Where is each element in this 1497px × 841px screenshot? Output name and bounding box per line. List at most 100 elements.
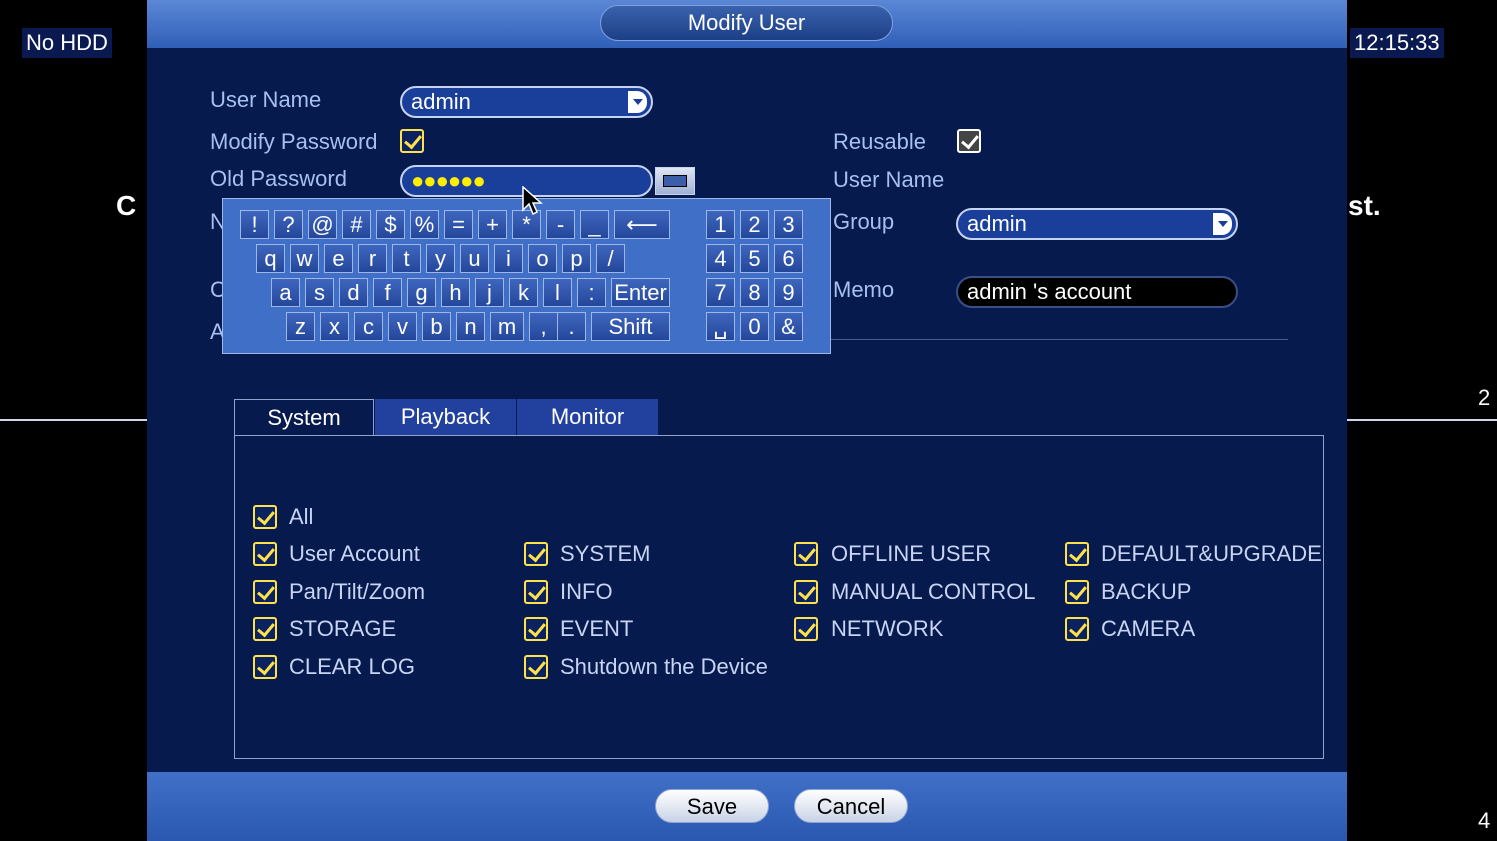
user-name-dropdown[interactable]: admin [400, 86, 653, 118]
permission-checkbox[interactable] [1065, 542, 1089, 566]
group-label: Group [833, 209, 895, 234]
key[interactable]: 3 [774, 210, 803, 239]
modify-password-checkbox[interactable] [400, 129, 424, 153]
key[interactable]: e [324, 244, 353, 273]
permission-label: STORAGE [289, 616, 397, 641]
key[interactable]: _ [580, 210, 609, 239]
save-button[interactable]: Save [655, 789, 769, 823]
key[interactable]: & [774, 312, 803, 341]
permission-checkbox[interactable] [794, 580, 818, 604]
key[interactable]: , [529, 312, 558, 341]
key[interactable]: k [509, 278, 538, 307]
key[interactable]: 6 [774, 244, 803, 273]
key[interactable]: i [494, 244, 523, 273]
key[interactable]: $ [376, 210, 405, 239]
tab-playback[interactable]: Playback [375, 399, 516, 436]
key[interactable]: 5 [740, 244, 769, 273]
permission-checkbox-all[interactable] [253, 505, 277, 529]
key[interactable]: j [475, 278, 504, 307]
key[interactable]: 0 [740, 312, 769, 341]
keyboard-icon[interactable] [655, 167, 695, 195]
reusable-label: Reusable [833, 129, 926, 154]
chevron-down-icon[interactable] [1212, 213, 1232, 235]
key[interactable]: 9 [774, 278, 803, 307]
permission-label: EVENT [560, 616, 634, 641]
permission-checkbox[interactable] [253, 617, 277, 641]
space-key[interactable]: ␣ [706, 312, 735, 341]
key[interactable]: a [271, 278, 300, 307]
key[interactable]: p [562, 244, 591, 273]
memo-label: Memo [833, 277, 895, 302]
key[interactable]: v [388, 312, 417, 341]
key[interactable]: % [410, 210, 439, 239]
key[interactable]: n [456, 312, 485, 341]
permission-checkbox[interactable] [1065, 580, 1089, 604]
key[interactable]: y [426, 244, 455, 273]
permission-checkbox[interactable] [524, 655, 548, 679]
key[interactable]: c [354, 312, 383, 341]
key[interactable]: = [444, 210, 473, 239]
permission-checkbox[interactable] [253, 580, 277, 604]
key[interactable]: f [373, 278, 402, 307]
group-dropdown[interactable]: admin [956, 208, 1238, 240]
key[interactable]: : [577, 278, 606, 307]
permission-checkbox[interactable] [1065, 617, 1089, 641]
key[interactable]: o [528, 244, 557, 273]
key[interactable]: s [305, 278, 334, 307]
key[interactable]: w [290, 244, 319, 273]
key[interactable]: / [596, 244, 625, 273]
permission-checkbox[interactable] [253, 655, 277, 679]
key[interactable]: ? [274, 210, 303, 239]
enter-key[interactable]: Enter [611, 278, 670, 307]
key[interactable]: r [358, 244, 387, 273]
permission-checkbox[interactable] [524, 617, 548, 641]
tab-system[interactable]: System [234, 399, 374, 436]
key[interactable]: - [546, 210, 575, 239]
backspace-key[interactable]: ⟵ [614, 210, 670, 239]
user-name-value: admin [411, 89, 471, 114]
key[interactable]: l [543, 278, 572, 307]
permission-label: User Account [289, 541, 420, 566]
key[interactable]: 8 [740, 278, 769, 307]
key[interactable]: 7 [706, 278, 735, 307]
dialog-title: Modify User [600, 5, 893, 41]
key[interactable]: q [256, 244, 285, 273]
reusable-checkbox[interactable] [957, 129, 981, 153]
key[interactable]: x [320, 312, 349, 341]
key[interactable]: h [441, 278, 470, 307]
key[interactable]: # [342, 210, 371, 239]
key[interactable]: u [460, 244, 489, 273]
modify-password-label: Modify Password [210, 129, 378, 154]
permission-checkbox[interactable] [524, 580, 548, 604]
shift-key[interactable]: Shift [591, 312, 670, 341]
background-text-right: st. [1348, 190, 1381, 221]
permission-checkbox[interactable] [794, 542, 818, 566]
user-name-label: User Name [210, 87, 322, 112]
no-hdd-status: No HDD [22, 28, 112, 58]
key[interactable]: ! [240, 210, 269, 239]
key[interactable]: 2 [740, 210, 769, 239]
permission-checkbox[interactable] [524, 542, 548, 566]
key[interactable]: g [407, 278, 436, 307]
key[interactable]: z [286, 312, 315, 341]
key[interactable]: 4 [706, 244, 735, 273]
memo-field[interactable]: admin 's account [956, 276, 1238, 308]
permission-label: DEFAULT&UPGRADE [1101, 541, 1322, 566]
chevron-down-icon[interactable] [627, 91, 647, 113]
permission-label: Shutdown the Device [560, 654, 768, 679]
key[interactable]: m [490, 312, 524, 341]
key[interactable]: t [392, 244, 421, 273]
tab-monitor[interactable]: Monitor [517, 399, 658, 436]
permission-checkbox[interactable] [794, 617, 818, 641]
cancel-button[interactable]: Cancel [794, 789, 908, 823]
key[interactable]: 1 [706, 210, 735, 239]
key[interactable]: + [478, 210, 507, 239]
permission-label: INFO [560, 579, 613, 604]
button-bar: Save Cancel [147, 772, 1347, 841]
permission-checkbox[interactable] [253, 542, 277, 566]
key[interactable]: @ [308, 210, 337, 239]
key[interactable]: d [339, 278, 368, 307]
key[interactable]: b [422, 312, 451, 341]
key[interactable]: . [557, 312, 586, 341]
split-divider-right [1347, 419, 1497, 421]
